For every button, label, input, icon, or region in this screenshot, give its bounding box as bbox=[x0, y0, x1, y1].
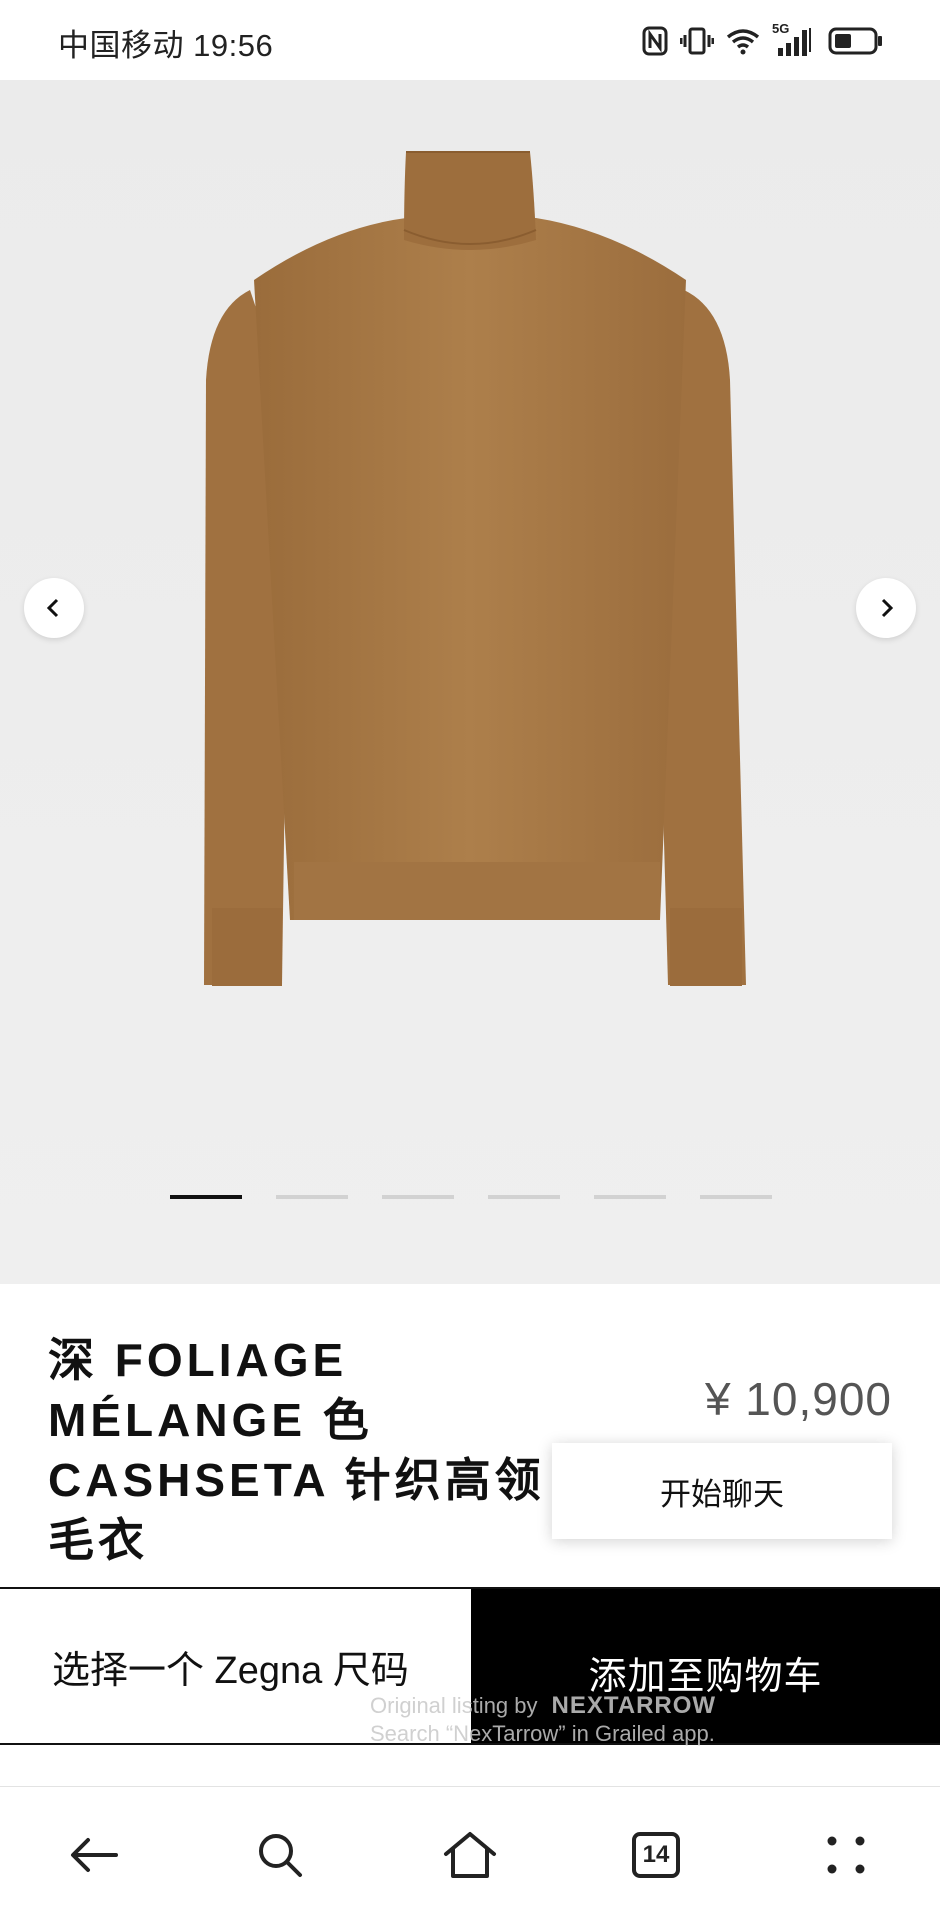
pager-indicator[interactable] bbox=[276, 1195, 348, 1199]
watermark-line1-group: Original listing by NEXTARROW bbox=[370, 1692, 790, 1720]
gallery-prev-button[interactable] bbox=[24, 578, 84, 638]
vibrate-icon bbox=[680, 27, 714, 55]
wifi-icon bbox=[726, 29, 760, 55]
watermark-line2: Search “NexTarrow” in Grailed app. bbox=[370, 1721, 715, 1746]
search-button[interactable] bbox=[250, 1825, 310, 1885]
nfc-icon bbox=[642, 26, 668, 56]
product-image-gallery[interactable] bbox=[0, 80, 940, 1284]
product-image-sweater bbox=[0, 80, 940, 1284]
tabs-button[interactable]: 14 bbox=[626, 1825, 686, 1885]
gallery-pager bbox=[170, 1195, 772, 1199]
status-bar: 中国移动 19:56 5G bbox=[0, 0, 940, 80]
product-title: 深 FOLIAGE MÉLANGE 色 CASHSETA 针织高领毛衣 bbox=[48, 1334, 545, 1566]
watermark: Original listing by NEXTARROW Search “Nex… bbox=[370, 1692, 790, 1748]
chevron-left-icon bbox=[46, 598, 59, 618]
browser-bottom-nav: 14 bbox=[0, 1786, 940, 1920]
chevron-right-icon bbox=[881, 598, 894, 618]
watermark-line1: Original listing by bbox=[370, 1693, 538, 1718]
back-button[interactable] bbox=[64, 1825, 124, 1885]
search-icon bbox=[259, 1834, 302, 1877]
pager-indicator[interactable] bbox=[488, 1195, 560, 1199]
status-carrier-time: 中国移动 19:56 bbox=[58, 28, 274, 63]
status-icons: 5G bbox=[642, 21, 884, 60]
signal-icon bbox=[778, 28, 811, 56]
pager-indicator[interactable] bbox=[700, 1195, 772, 1199]
back-arrow-icon bbox=[71, 1838, 118, 1872]
gallery-next-button[interactable] bbox=[856, 578, 916, 638]
product-price: ¥ 10,900 bbox=[704, 1373, 892, 1425]
more-icon bbox=[827, 1836, 865, 1874]
home-button[interactable] bbox=[440, 1825, 500, 1885]
pager-indicator[interactable] bbox=[594, 1195, 666, 1199]
more-menu-button[interactable] bbox=[816, 1825, 876, 1885]
battery-icon bbox=[828, 27, 882, 55]
start-chat-button[interactable]: 开始聊天 bbox=[552, 1443, 892, 1539]
tabs-icon: 14 bbox=[632, 1832, 680, 1878]
pager-indicator[interactable] bbox=[170, 1195, 242, 1199]
pager-indicator[interactable] bbox=[382, 1195, 454, 1199]
home-icon bbox=[444, 1832, 496, 1878]
signal-group: 5G bbox=[772, 21, 816, 58]
watermark-brand: NEXTARROW bbox=[551, 1692, 717, 1719]
